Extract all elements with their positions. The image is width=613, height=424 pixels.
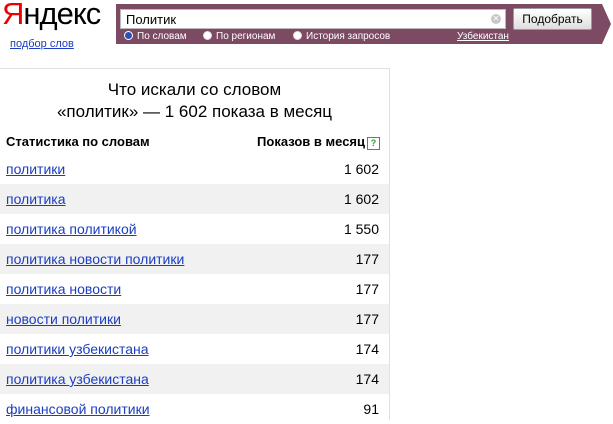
impressions-count: 1 602 (343, 191, 379, 207)
logo-letter: Я (2, 0, 24, 31)
radio-label: По регионам (216, 31, 276, 42)
table-row: финансовой политики 91 (0, 394, 389, 424)
help-icon[interactable]: ? (367, 137, 380, 150)
results-panel: Что искали со словом «политик» — 1 602 п… (0, 68, 390, 420)
logo-text: ндекс (23, 0, 101, 31)
keyword-link[interactable]: политика новости политики (6, 251, 184, 267)
column-header-keywords: Статистика по словам (6, 134, 150, 149)
table-row: политика политикой 1 550 (0, 214, 389, 244)
results-heading: Что искали со словом «политик» — 1 602 п… (0, 79, 389, 123)
search-input[interactable] (120, 9, 506, 29)
keyword-link[interactable]: политика узбекистана (6, 371, 149, 387)
table-header: Статистика по словам Показов в месяц? (6, 132, 380, 152)
keyword-link[interactable]: политика новости (6, 281, 121, 297)
submit-button[interactable]: Подобрать (513, 8, 592, 30)
table-row: политика новости политики 177 (0, 244, 389, 274)
heading-line-2: «политик» — 1 602 показа в месяц (56, 102, 333, 121)
heading-line-1: Что искали со словом (107, 80, 282, 99)
keyword-link[interactable]: политики узбекистана (6, 341, 149, 357)
clear-icon[interactable]: ✕ (491, 14, 501, 24)
results-table: политики 1 602 политика 1 602 политика пол… (0, 154, 389, 424)
wordstat-link[interactable]: подбор слов (10, 38, 74, 50)
radio-label: По словам (137, 31, 187, 42)
radio-dot-icon (293, 31, 302, 40)
keyword-link[interactable]: новости политики (6, 311, 121, 327)
radio-label: История запросов (306, 31, 391, 42)
impressions-count: 1 550 (343, 221, 379, 237)
impressions-count: 174 (355, 341, 379, 357)
table-row: политика 1 602 (0, 184, 389, 214)
keyword-link[interactable]: политики (6, 161, 65, 177)
radio-dot-icon (124, 31, 133, 40)
impressions-count: 174 (355, 371, 379, 387)
table-row: политика новости 177 (0, 274, 389, 304)
column-header-count-label: Показов в месяц (257, 134, 365, 149)
impressions-count: 177 (355, 311, 379, 327)
column-header-count: Показов в месяц? (257, 134, 380, 150)
table-row: политики 1 602 (0, 154, 389, 184)
region-link[interactable]: Узбекистан (457, 31, 509, 43)
radio-dot-icon (203, 31, 212, 40)
keyword-link[interactable]: политика (6, 191, 66, 207)
table-row: политики узбекистана 174 (0, 334, 389, 364)
radio-query-history[interactable]: История запросов (293, 31, 390, 43)
impressions-count: 91 (363, 401, 379, 417)
impressions-count: 1 602 (343, 161, 379, 177)
keyword-link[interactable]: политика политикой (6, 221, 137, 237)
impressions-count: 177 (355, 251, 379, 267)
radio-by-regions[interactable]: По регионам (203, 31, 275, 43)
table-row: новости политики 177 (0, 304, 389, 334)
table-row: политика узбекистана 174 (0, 364, 389, 394)
keyword-link[interactable]: финансовой политики (6, 401, 150, 417)
impressions-count: 177 (355, 281, 379, 297)
yandex-logo[interactable]: Яндекс (2, 0, 101, 31)
radio-by-words[interactable]: По словам (124, 31, 187, 43)
